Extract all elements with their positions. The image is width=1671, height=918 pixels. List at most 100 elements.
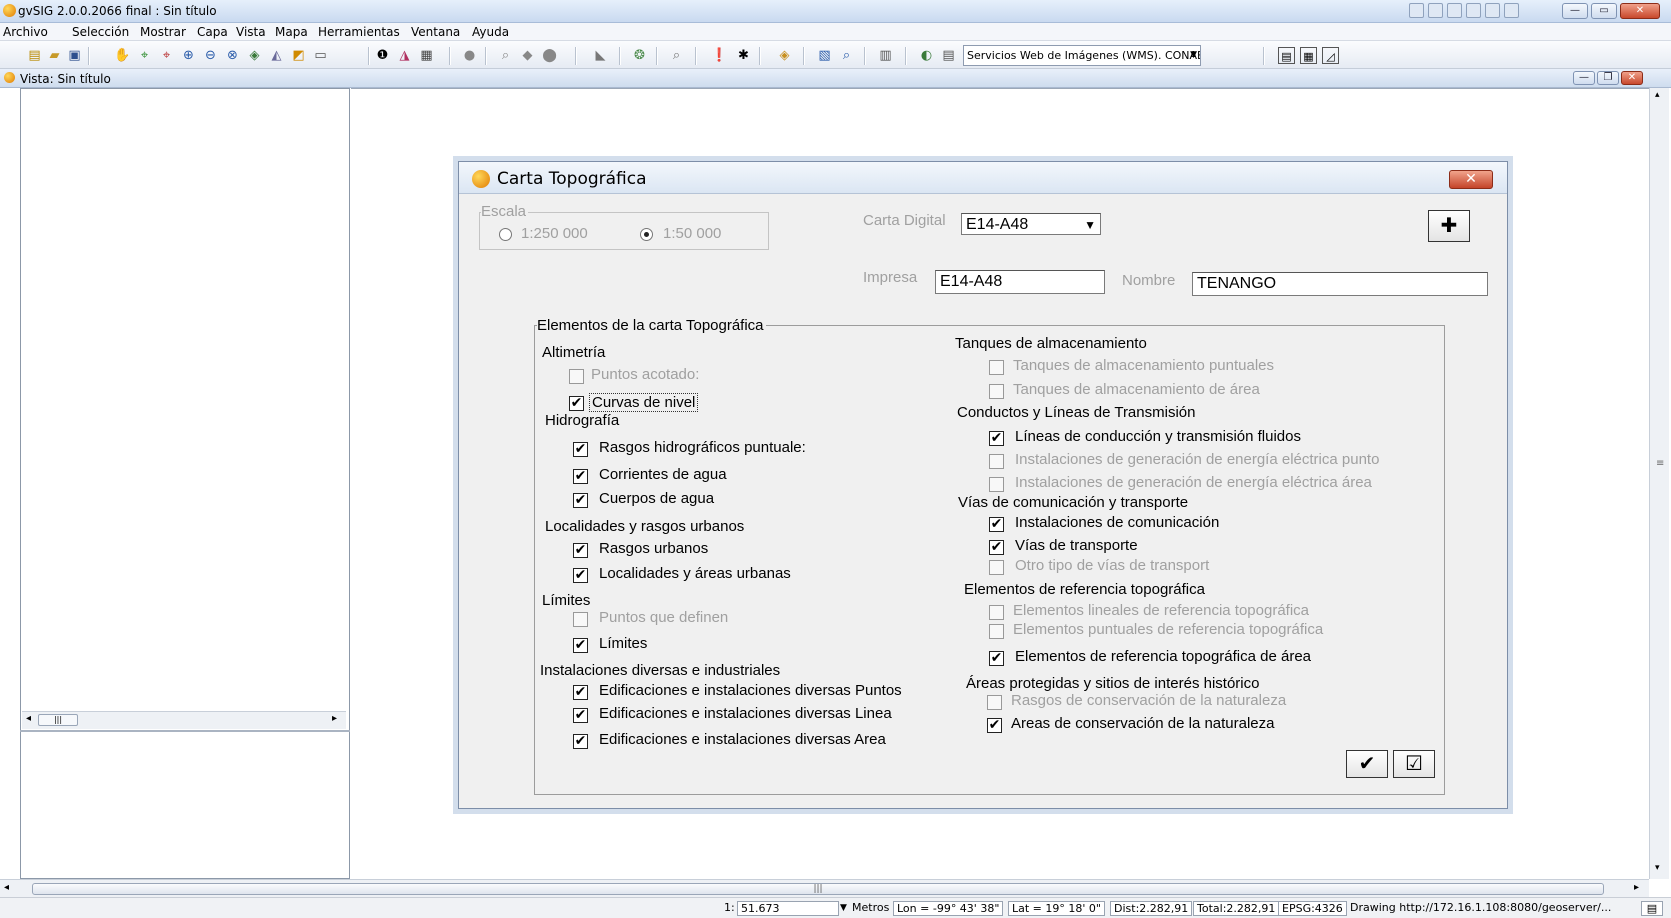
chevron-left-icon[interactable]: ◂: [26, 713, 31, 724]
chevron-down-icon[interactable]: ▼: [840, 903, 847, 913]
select-circle-icon[interactable]: ⬤: [541, 47, 558, 64]
rasgos-hidrograficos-checkbox[interactable]: ✔: [573, 442, 588, 457]
search-icon[interactable]: ⌕: [668, 47, 685, 64]
close-icon[interactable]: ✕: [1620, 3, 1660, 19]
tray-icon[interactable]: [1447, 3, 1462, 18]
locator-icon[interactable]: ◩: [290, 47, 307, 64]
otro-tipo-vias-checkbox[interactable]: [989, 560, 1004, 575]
tray-icon[interactable]: [1466, 3, 1481, 18]
elementos-area-checkbox[interactable]: ✔: [989, 651, 1004, 666]
preview-icon[interactable]: ⌕: [838, 47, 855, 64]
zoom-select-icon[interactable]: ⌖: [158, 47, 175, 64]
zoom-in-icon[interactable]: ⊕: [180, 47, 197, 64]
pan-hand-icon[interactable]: ✋: [114, 47, 131, 64]
frame-icon[interactable]: ▭: [312, 47, 329, 64]
chevron-right-icon[interactable]: ▸: [332, 713, 337, 724]
instalaciones-comunicacion-checkbox[interactable]: ✔: [989, 517, 1004, 532]
rasgos-urbanos-checkbox[interactable]: ✔: [573, 543, 588, 558]
chevron-up-icon[interactable]: ▴: [1655, 90, 1660, 100]
puntos-definen-checkbox[interactable]: [573, 612, 588, 627]
areas-conservacion-checkbox[interactable]: ✔: [987, 718, 1002, 733]
select-icon[interactable]: ⌕: [497, 47, 514, 64]
menu-mapa[interactable]: Mapa: [275, 25, 308, 39]
impresa-field[interactable]: E14-A48: [935, 270, 1105, 294]
grid-icon[interactable]: ▦: [1300, 47, 1317, 64]
tanques-area-checkbox[interactable]: [989, 384, 1004, 399]
status-icon[interactable]: ▤: [1641, 901, 1663, 916]
close-icon[interactable]: ✕: [1449, 170, 1493, 189]
map-horizontal-scrollbar[interactable]: ◂ ||| ▸: [0, 879, 1649, 897]
wms-config-icon[interactable]: ▤: [940, 47, 957, 64]
scroll-thumb[interactable]: |||: [38, 714, 78, 726]
accept-close-button[interactable]: ☑: [1393, 750, 1435, 778]
save-icon[interactable]: ▣: [66, 47, 83, 64]
zoom-out-icon[interactable]: ⊖: [202, 47, 219, 64]
menu-herramientas[interactable]: Herramientas: [318, 25, 400, 39]
select-polygon-icon[interactable]: ◆: [519, 47, 536, 64]
menu-archivo[interactable]: Archivo: [3, 25, 48, 39]
edificaciones-area-checkbox[interactable]: ✔: [573, 734, 588, 749]
edificaciones-linea-checkbox[interactable]: ✔: [573, 708, 588, 723]
lineas-conduccion-checkbox[interactable]: ✔: [989, 431, 1004, 446]
menu-capa[interactable]: Capa: [197, 25, 228, 39]
scale-250000-radio[interactable]: [499, 228, 512, 241]
tools-icon[interactable]: ✱: [735, 47, 752, 64]
units-label[interactable]: Metros: [852, 901, 889, 914]
scroll-thumb[interactable]: |||: [32, 883, 1604, 895]
wms-dropdown[interactable]: Servicios Web de Imágenes (WMS). CONABIO…: [963, 45, 1201, 66]
corrientes-agua-checkbox[interactable]: ✔: [573, 469, 588, 484]
menu-vista[interactable]: Vista: [236, 25, 266, 39]
zoom-previous-icon[interactable]: ◭: [268, 47, 285, 64]
elementos-puntuales-checkbox[interactable]: [989, 624, 1004, 639]
maximize-icon[interactable]: ▭: [1591, 3, 1617, 19]
alert-icon[interactable]: ❗: [711, 47, 728, 64]
restore-icon[interactable]: ❐: [1597, 71, 1619, 85]
open-folder-icon[interactable]: ▰: [46, 47, 63, 64]
menu-ayuda[interactable]: Ayuda: [472, 25, 509, 39]
add-layer-button[interactable]: ✚: [1428, 210, 1470, 242]
scroll-thumb[interactable]: ≡: [1656, 458, 1664, 469]
zoom-layer-icon[interactable]: ⊗: [224, 47, 241, 64]
graphic-icon[interactable]: ◣: [592, 47, 609, 64]
add-layer-icon[interactable]: ◈: [776, 47, 793, 64]
tray-icon[interactable]: [1485, 3, 1500, 18]
wms-icon[interactable]: ◐: [918, 47, 935, 64]
limites-checkbox[interactable]: ✔: [573, 638, 588, 653]
edificaciones-puntos-checkbox[interactable]: ✔: [573, 685, 588, 700]
carta-digital-select[interactable]: E14-A48 ▼: [961, 213, 1101, 235]
table-icon[interactable]: ▦: [418, 47, 435, 64]
new-file-icon[interactable]: ▤: [26, 47, 43, 64]
menu-mostrar[interactable]: Mostrar: [140, 25, 186, 39]
geoprocess-icon[interactable]: ❂: [631, 47, 648, 64]
pane-splitter[interactable]: [20, 730, 350, 732]
panel-icon[interactable]: ▤: [1278, 47, 1295, 64]
energia-area-checkbox[interactable]: [989, 477, 1004, 492]
rasgos-conservacion-checkbox[interactable]: [987, 695, 1002, 710]
info-icon[interactable]: ❶: [374, 47, 391, 64]
nombre-field[interactable]: TENANGO: [1192, 272, 1488, 296]
minimize-icon[interactable]: —: [1562, 3, 1588, 19]
measure-icon[interactable]: ◮: [396, 47, 413, 64]
menu-ventana[interactable]: Ventana: [411, 25, 460, 39]
chevron-left-icon[interactable]: ◂: [4, 882, 9, 893]
topo-icon[interactable]: ◿: [1322, 47, 1339, 64]
map-vertical-scrollbar[interactable]: ▴ ≡ ▾: [1649, 88, 1669, 879]
zoom-full-icon[interactable]: ⌖: [136, 47, 153, 64]
scale-50000-radio[interactable]: [640, 228, 653, 241]
tray-icon[interactable]: [1504, 3, 1519, 18]
edit-icon[interactable]: ●: [461, 47, 478, 64]
elementos-lineales-checkbox[interactable]: [989, 605, 1004, 620]
print-icon[interactable]: ▧: [816, 47, 833, 64]
menu-seleccion[interactable]: Selección: [72, 25, 129, 39]
vias-transporte-checkbox[interactable]: ✔: [989, 540, 1004, 555]
minimize-icon[interactable]: —: [1573, 71, 1595, 85]
chevron-down-icon[interactable]: ▾: [1655, 863, 1660, 873]
close-icon[interactable]: ✕: [1621, 71, 1643, 85]
table-of-contents-pane[interactable]: [20, 88, 350, 879]
tray-icon[interactable]: [1428, 3, 1443, 18]
scale-input[interactable]: 51.673: [737, 901, 839, 916]
toc-horizontal-scrollbar[interactable]: ◂ ||| ▸: [22, 711, 346, 729]
chevron-right-icon[interactable]: ▸: [1634, 882, 1639, 893]
layers-icon[interactable]: ◈: [246, 47, 263, 64]
tray-icon[interactable]: [1409, 3, 1424, 18]
